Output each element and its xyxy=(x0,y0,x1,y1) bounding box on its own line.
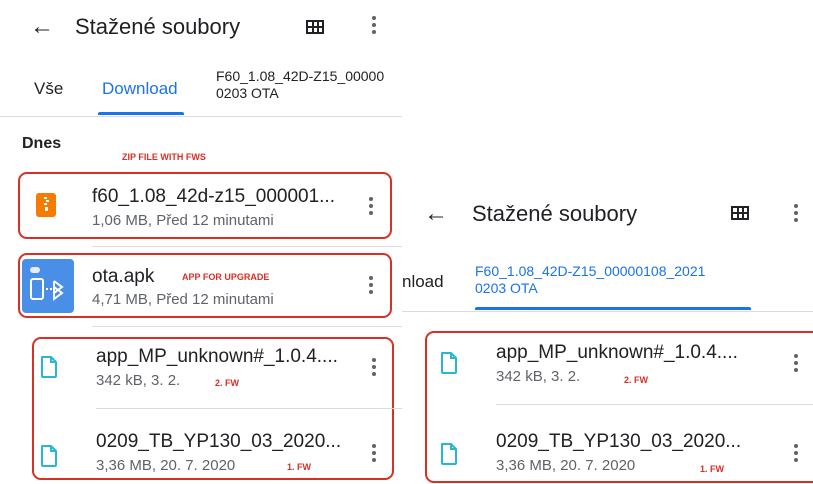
highlight-apk-file xyxy=(18,253,392,318)
list-divider xyxy=(92,246,402,247)
tab-ota-label-line1: F60_1.08_42D-Z15_00000 xyxy=(216,68,385,84)
document-icon xyxy=(41,445,57,467)
file-meta: 342 kB, 3. 2. xyxy=(496,368,581,385)
active-tab-indicator xyxy=(475,307,751,310)
file-name[interactable]: 0209_TB_YP130_03_2020... xyxy=(96,431,341,453)
file-meta: 4,71 MB, Před 12 minutami xyxy=(92,291,274,308)
back-arrow-icon[interactable]: ← xyxy=(424,202,448,226)
list-item[interactable] xyxy=(31,190,61,220)
section-header-today: Dnes xyxy=(22,135,62,152)
file-meta: 342 kB, 3. 2. xyxy=(96,372,181,389)
file-menu-icon[interactable] xyxy=(794,444,798,465)
tabs-divider xyxy=(0,116,402,117)
file-name[interactable]: app_MP_unknown#_1.0.4.... xyxy=(96,346,338,368)
active-tab-indicator xyxy=(98,112,184,115)
file-menu-icon[interactable] xyxy=(369,276,373,297)
tab-ota-folder[interactable]: F60_1.08_42D-Z15_00000 0203 OTA xyxy=(216,68,384,102)
list-item[interactable] xyxy=(22,259,74,313)
annotation-zip: ZIP FILE WITH FWS xyxy=(122,152,206,162)
file-meta: 3,36 MB, 20. 7. 2020 xyxy=(96,457,236,474)
more-options-icon[interactable] xyxy=(372,16,376,37)
document-icon xyxy=(441,352,457,374)
more-options-icon[interactable] xyxy=(794,204,798,225)
list-divider xyxy=(496,404,813,405)
list-divider xyxy=(92,326,402,327)
tab-all[interactable]: Vše xyxy=(34,79,63,99)
file-name[interactable]: app_MP_unknown#_1.0.4.... xyxy=(496,342,738,364)
annotation-apk: APP FOR UPGRADE xyxy=(182,272,270,282)
tab-ota-label-line2: 0203 OTA xyxy=(216,85,279,101)
file-menu-icon[interactable] xyxy=(369,197,373,218)
tab-download[interactable]: nload xyxy=(402,272,444,292)
annotation-fw2: 2. FW xyxy=(624,375,648,385)
apk-bluetooth-icon xyxy=(30,267,64,301)
tab-ota-label-line2: 0203 OTA xyxy=(475,280,538,296)
tab-ota-label-line1: F60_1.08_42D-Z15_00000108_2021 xyxy=(475,263,706,279)
tab-ota-folder[interactable]: F60_1.08_42D-Z15_00000108_2021 0203 OTA xyxy=(475,263,705,297)
file-meta: 1,06 MB, Před 12 minutami xyxy=(92,212,274,229)
document-icon xyxy=(441,443,457,465)
file-name[interactable]: 0209_TB_YP130_03_2020... xyxy=(496,431,741,453)
tab-download[interactable]: Download xyxy=(102,79,178,99)
page-title: Stažené soubory xyxy=(472,201,638,226)
file-name: f60_1.08_42d-z15_000001... xyxy=(92,186,335,207)
annotation-fw1: 1. FW xyxy=(287,462,311,472)
annotation-fw1: 1. FW xyxy=(700,464,724,474)
zip-archive-icon xyxy=(36,193,56,217)
tabs-divider xyxy=(402,311,813,312)
page-title: Stažené soubory xyxy=(75,14,241,39)
annotation-fw2: 2. FW xyxy=(215,378,239,388)
document-icon xyxy=(41,356,57,378)
file-meta: 3,36 MB, 20. 7. 2020 xyxy=(496,457,636,474)
file-menu-icon[interactable] xyxy=(794,354,798,375)
grid-view-icon[interactable] xyxy=(731,206,749,220)
grid-view-icon[interactable] xyxy=(306,20,324,34)
file-menu-icon[interactable] xyxy=(372,358,376,379)
file-menu-icon[interactable] xyxy=(372,444,376,465)
back-arrow-icon[interactable]: ← xyxy=(30,15,54,39)
file-name: ota.apk xyxy=(92,266,155,287)
list-divider xyxy=(96,408,402,409)
